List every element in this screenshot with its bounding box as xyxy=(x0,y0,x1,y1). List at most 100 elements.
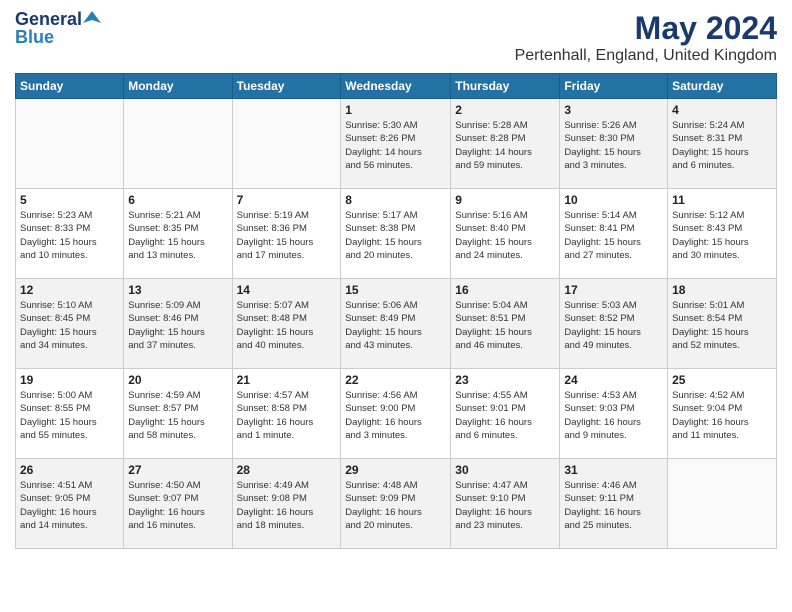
day-header-saturday: Saturday xyxy=(668,74,777,99)
calendar-cell: 14 Sunrise: 5:07 AMSunset: 8:48 PMDayligh… xyxy=(232,279,341,369)
day-info: Sunrise: 4:48 AMSunset: 9:09 PMDaylight:… xyxy=(345,479,446,532)
calendar-cell: 2 Sunrise: 5:28 AMSunset: 8:28 PMDaylight… xyxy=(451,99,560,189)
day-number: 16 xyxy=(455,283,555,297)
day-number: 15 xyxy=(345,283,446,297)
day-info: Sunrise: 5:16 AMSunset: 8:40 PMDaylight:… xyxy=(455,209,555,262)
day-number: 11 xyxy=(672,193,772,207)
logo-general-text: General xyxy=(15,10,82,28)
header-row: SundayMondayTuesdayWednesdayThursdayFrid… xyxy=(16,74,777,99)
calendar-table: SundayMondayTuesdayWednesdayThursdayFrid… xyxy=(15,73,777,549)
day-number: 28 xyxy=(237,463,337,477)
day-info: Sunrise: 5:17 AMSunset: 8:38 PMDaylight:… xyxy=(345,209,446,262)
calendar-cell: 8 Sunrise: 5:17 AMSunset: 8:38 PMDaylight… xyxy=(341,189,451,279)
day-number: 18 xyxy=(672,283,772,297)
calendar-cell: 22Sunrise: 4:56 AMSunset: 9:00 PMDayligh… xyxy=(341,369,451,459)
day-info: Sunrise: 5:04 AMSunset: 8:51 PMDaylight:… xyxy=(455,299,555,352)
calendar-cell: 30Sunrise: 4:47 AMSunset: 9:10 PMDayligh… xyxy=(451,459,560,549)
calendar-cell xyxy=(232,99,341,189)
calendar-cell: 1Sunrise: 5:30 AMSunset: 8:26 PMDaylight… xyxy=(341,99,451,189)
day-info: Sunrise: 5:00 AMSunset: 8:55 PMDaylight:… xyxy=(20,389,119,442)
day-info: Sunrise: 4:55 AMSunset: 9:01 PMDaylight:… xyxy=(455,389,555,442)
day-header-monday: Monday xyxy=(124,74,232,99)
calendar-cell: 17 Sunrise: 5:03 AMSunset: 8:52 PMDayligh… xyxy=(560,279,668,369)
day-number: 17 xyxy=(564,283,663,297)
day-info: Sunrise: 5:10 AMSunset: 8:45 PMDaylight:… xyxy=(20,299,119,352)
week-row-1: 1Sunrise: 5:30 AMSunset: 8:26 PMDaylight… xyxy=(16,99,777,189)
day-number: 29 xyxy=(345,463,446,477)
calendar-cell: 11 Sunrise: 5:12 AMSunset: 8:43 PMDayligh… xyxy=(668,189,777,279)
calendar-cell: 24 Sunrise: 4:53 AMSunset: 9:03 PMDayligh… xyxy=(560,369,668,459)
day-number: 14 xyxy=(237,283,337,297)
day-info: Sunrise: 5:06 AMSunset: 8:49 PMDaylight:… xyxy=(345,299,446,352)
calendar-subtitle: Pertenhall, England, United Kingdom xyxy=(515,47,777,65)
day-header-friday: Friday xyxy=(560,74,668,99)
week-row-4: 19 Sunrise: 5:00 AMSunset: 8:55 PMDayligh… xyxy=(16,369,777,459)
calendar-cell: 19 Sunrise: 5:00 AMSunset: 8:55 PMDayligh… xyxy=(16,369,124,459)
day-number: 26 xyxy=(20,463,119,477)
day-info: Sunrise: 5:12 AMSunset: 8:43 PMDaylight:… xyxy=(672,209,772,262)
calendar-cell: 12Sunrise: 5:10 AMSunset: 8:45 PMDayligh… xyxy=(16,279,124,369)
day-info: Sunrise: 4:51 AMSunset: 9:05 PMDaylight:… xyxy=(20,479,119,532)
calendar-cell: 27 Sunrise: 4:50 AMSunset: 9:07 PMDayligh… xyxy=(124,459,232,549)
day-number: 8 xyxy=(345,193,446,207)
day-info: Sunrise: 5:23 AMSunset: 8:33 PMDaylight:… xyxy=(20,209,119,262)
day-number: 1 xyxy=(345,103,446,117)
day-number: 27 xyxy=(128,463,227,477)
day-info: Sunrise: 5:01 AMSunset: 8:54 PMDaylight:… xyxy=(672,299,772,352)
day-info: Sunrise: 4:46 AMSunset: 9:11 PMDaylight:… xyxy=(564,479,663,532)
day-info: Sunrise: 5:07 AMSunset: 8:48 PMDaylight:… xyxy=(237,299,337,352)
day-header-wednesday: Wednesday xyxy=(341,74,451,99)
day-number: 19 xyxy=(20,373,119,387)
day-number: 7 xyxy=(237,193,337,207)
calendar-cell: 6 Sunrise: 5:21 AMSunset: 8:35 PMDaylight… xyxy=(124,189,232,279)
day-header-tuesday: Tuesday xyxy=(232,74,341,99)
day-info: Sunrise: 4:47 AMSunset: 9:10 PMDaylight:… xyxy=(455,479,555,532)
day-number: 13 xyxy=(128,283,227,297)
calendar-cell: 26 Sunrise: 4:51 AMSunset: 9:05 PMDayligh… xyxy=(16,459,124,549)
day-number: 2 xyxy=(455,103,555,117)
day-number: 31 xyxy=(564,463,663,477)
calendar-title: May 2024 xyxy=(515,10,777,47)
day-info: Sunrise: 5:21 AMSunset: 8:35 PMDaylight:… xyxy=(128,209,227,262)
calendar-cell xyxy=(16,99,124,189)
day-number: 6 xyxy=(128,193,227,207)
day-info: Sunrise: 5:24 AMSunset: 8:31 PMDaylight:… xyxy=(672,119,772,172)
calendar-cell: 25Sunrise: 4:52 AMSunset: 9:04 PMDayligh… xyxy=(668,369,777,459)
calendar-cell: 3 Sunrise: 5:26 AMSunset: 8:30 PMDaylight… xyxy=(560,99,668,189)
calendar-cell: 31 Sunrise: 4:46 AMSunset: 9:11 PMDayligh… xyxy=(560,459,668,549)
day-info: Sunrise: 5:03 AMSunset: 8:52 PMDaylight:… xyxy=(564,299,663,352)
calendar-cell: 21 Sunrise: 4:57 AMSunset: 8:58 PMDayligh… xyxy=(232,369,341,459)
day-header-sunday: Sunday xyxy=(16,74,124,99)
day-number: 3 xyxy=(564,103,663,117)
day-number: 21 xyxy=(237,373,337,387)
calendar-cell: 5Sunrise: 5:23 AMSunset: 8:33 PMDaylight… xyxy=(16,189,124,279)
logo: General Blue xyxy=(15,10,101,46)
day-number: 24 xyxy=(564,373,663,387)
day-info: Sunrise: 5:28 AMSunset: 8:28 PMDaylight:… xyxy=(455,119,555,172)
logo-bird-icon xyxy=(83,9,101,27)
calendar-cell: 29 Sunrise: 4:48 AMSunset: 9:09 PMDayligh… xyxy=(341,459,451,549)
calendar-cell: 10Sunrise: 5:14 AMSunset: 8:41 PMDayligh… xyxy=(560,189,668,279)
day-info: Sunrise: 4:56 AMSunset: 9:00 PMDaylight:… xyxy=(345,389,446,442)
calendar-cell xyxy=(124,99,232,189)
calendar-cell: 9Sunrise: 5:16 AMSunset: 8:40 PMDaylight… xyxy=(451,189,560,279)
page-header: General Blue May 2024 Pertenhall, Englan… xyxy=(15,10,777,65)
day-info: Sunrise: 4:59 AMSunset: 8:57 PMDaylight:… xyxy=(128,389,227,442)
day-info: Sunrise: 4:53 AMSunset: 9:03 PMDaylight:… xyxy=(564,389,663,442)
calendar-cell: 23 Sunrise: 4:55 AMSunset: 9:01 PMDayligh… xyxy=(451,369,560,459)
day-info: Sunrise: 5:09 AMSunset: 8:46 PMDaylight:… xyxy=(128,299,227,352)
day-number: 25 xyxy=(672,373,772,387)
day-info: Sunrise: 4:57 AMSunset: 8:58 PMDaylight:… xyxy=(237,389,337,442)
calendar-cell: 13 Sunrise: 5:09 AMSunset: 8:46 PMDayligh… xyxy=(124,279,232,369)
day-info: Sunrise: 5:26 AMSunset: 8:30 PMDaylight:… xyxy=(564,119,663,172)
day-info: Sunrise: 4:50 AMSunset: 9:07 PMDaylight:… xyxy=(128,479,227,532)
calendar-cell: 16 Sunrise: 5:04 AMSunset: 8:51 PMDayligh… xyxy=(451,279,560,369)
day-info: Sunrise: 4:49 AMSunset: 9:08 PMDaylight:… xyxy=(237,479,337,532)
calendar-cell: 18 Sunrise: 5:01 AMSunset: 8:54 PMDayligh… xyxy=(668,279,777,369)
day-number: 4 xyxy=(672,103,772,117)
day-number: 23 xyxy=(455,373,555,387)
calendar-cell: 7Sunrise: 5:19 AMSunset: 8:36 PMDaylight… xyxy=(232,189,341,279)
title-block: May 2024 Pertenhall, England, United Kin… xyxy=(515,10,777,65)
week-row-2: 5Sunrise: 5:23 AMSunset: 8:33 PMDaylight… xyxy=(16,189,777,279)
day-number: 20 xyxy=(128,373,227,387)
